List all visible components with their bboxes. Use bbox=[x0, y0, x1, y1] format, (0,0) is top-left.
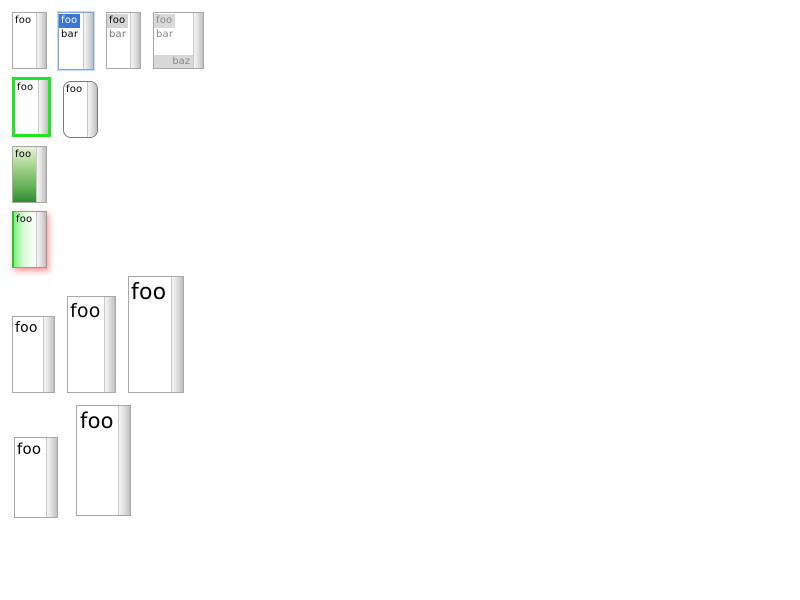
listbox-thick-border[interactable]: foo bbox=[12, 77, 51, 137]
listbox-option[interactable]: foo bbox=[13, 14, 33, 28]
listbox-large-font[interactable]: foo bbox=[128, 276, 184, 393]
listbox-glow[interactable]: foo bbox=[12, 211, 47, 268]
listbox-large-font[interactable]: foo bbox=[12, 316, 55, 393]
listbox-options: foo bar bbox=[107, 13, 129, 68]
listbox-options: foo bbox=[13, 317, 40, 392]
listbox-option-selected: foo bbox=[154, 14, 176, 28]
listbox-test-page: foo foo bar foo bar foo bar baz foo foo … bbox=[0, 0, 800, 600]
listbox-option[interactable]: foo bbox=[68, 298, 103, 324]
listbox-scrollbar[interactable] bbox=[36, 147, 46, 202]
listbox-option[interactable]: foo bbox=[13, 148, 33, 162]
listbox-scrollbar[interactable] bbox=[43, 317, 54, 392]
listbox-disabled-selected[interactable]: foo bar bbox=[106, 12, 141, 69]
listbox-option-selected[interactable]: foo bbox=[107, 14, 129, 28]
listbox-large-font[interactable]: foo bbox=[67, 296, 116, 393]
listbox-scrollbar[interactable] bbox=[171, 277, 183, 392]
listbox-scrollbar[interactable] bbox=[36, 212, 46, 267]
listbox-options: foo bbox=[77, 406, 116, 515]
listbox-options: foo bbox=[68, 297, 103, 392]
listbox-options: foo bbox=[13, 147, 33, 202]
listbox-focused[interactable]: foo bar bbox=[58, 12, 94, 70]
listbox-gradient[interactable]: foo bbox=[12, 146, 47, 203]
listbox-option: bar bbox=[156, 29, 174, 40]
listbox-option[interactable]: foo bbox=[13, 318, 40, 338]
listbox-scrollbar[interactable] bbox=[46, 438, 57, 517]
listbox-options: foo bbox=[15, 438, 43, 517]
listbox-scrollbar bbox=[193, 13, 203, 68]
listbox-plain[interactable]: foo bbox=[12, 12, 47, 69]
listbox-option[interactable]: foo bbox=[15, 81, 35, 95]
listbox-option[interactable]: foo bbox=[15, 439, 43, 459]
listbox-options: foo bbox=[64, 82, 84, 137]
listbox-options: foo bbox=[13, 13, 33, 68]
listbox-scrollbar[interactable] bbox=[118, 406, 130, 515]
listbox-option-selected: baz bbox=[154, 55, 194, 68]
listbox-disabled: foo bar baz bbox=[153, 12, 204, 69]
listbox-option[interactable]: foo bbox=[129, 278, 168, 308]
listbox-scrollbar[interactable] bbox=[104, 297, 115, 392]
listbox-scrollbar[interactable] bbox=[38, 80, 48, 134]
listbox-option[interactable]: foo bbox=[77, 407, 116, 435]
listbox-option-selected[interactable]: foo bbox=[59, 14, 81, 28]
listbox-option[interactable]: bar bbox=[59, 28, 80, 42]
listbox-large-font[interactable]: foo bbox=[76, 405, 131, 516]
listbox-options: foo bar bbox=[59, 13, 81, 69]
listbox-option[interactable]: foo bbox=[14, 213, 34, 227]
listbox-scrollbar[interactable] bbox=[83, 13, 93, 69]
listbox-rounded[interactable]: foo bbox=[63, 81, 98, 138]
listbox-options: foo bbox=[14, 212, 34, 267]
listbox-options: foo bbox=[129, 277, 168, 392]
listbox-scrollbar[interactable] bbox=[87, 82, 97, 137]
listbox-option[interactable]: bar bbox=[107, 28, 128, 42]
listbox-large-font[interactable]: foo bbox=[14, 437, 58, 518]
listbox-option[interactable]: foo bbox=[64, 83, 84, 97]
listbox-scrollbar[interactable] bbox=[36, 13, 46, 68]
listbox-scrollbar[interactable] bbox=[130, 13, 140, 68]
listbox-options: foo bbox=[15, 80, 35, 134]
